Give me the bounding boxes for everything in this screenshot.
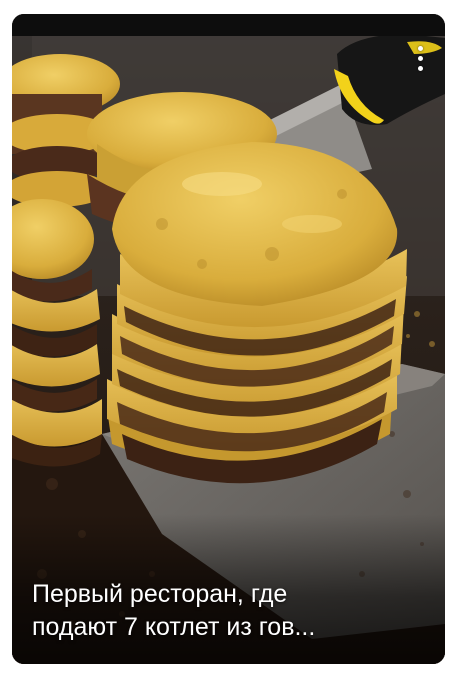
top-bar [12, 14, 445, 36]
caption-line-2: подают 7 котлет из гов... [32, 613, 316, 641]
more-vertical-icon-dot [417, 65, 423, 71]
caption-line-1: Первый ресторан, где [32, 580, 288, 608]
more-vertical-icon-dot [417, 55, 423, 61]
more-options-button[interactable] [409, 38, 431, 78]
more-vertical-icon [417, 45, 423, 51]
post-caption[interactable]: Первый ресторан, где подают 7 котлет из … [32, 578, 432, 644]
post-card[interactable]: Первый ресторан, где подают 7 котлет из … [12, 14, 445, 664]
